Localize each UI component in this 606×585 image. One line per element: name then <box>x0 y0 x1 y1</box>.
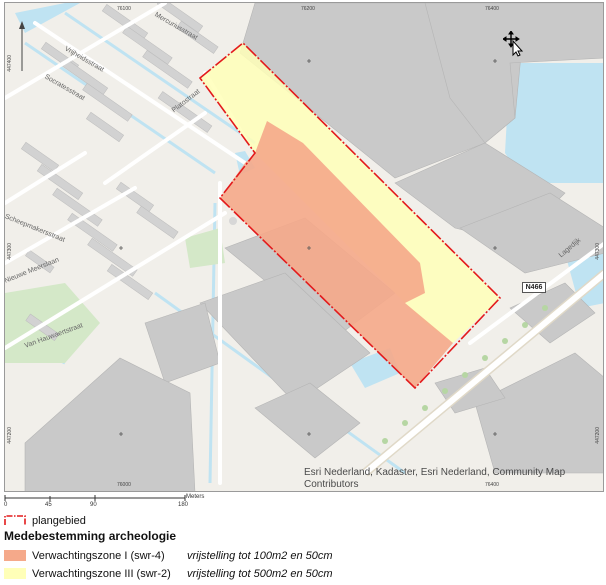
plangebied-swatch <box>4 515 26 525</box>
zone-i-swatch <box>4 550 26 561</box>
coord-left-1: 447400 <box>7 55 13 72</box>
scale-tick-label: 90 <box>90 502 97 508</box>
map-attribution: Esri Nederland, Kadaster, Esri Nederland… <box>304 467 566 490</box>
coord-left-3: 447200 <box>7 427 13 444</box>
scale-tick-label: 0 <box>4 502 8 508</box>
road-shield-n466: N466 <box>522 282 546 293</box>
coord-right-2: 447200 <box>595 427 601 444</box>
pointer-cursor-icon <box>512 39 524 57</box>
legend-heading: Medebestemming archeologie <box>4 529 177 543</box>
scale-tick-label: 45 <box>45 502 52 508</box>
map-panel[interactable]: 76100 76200 76400 76000 76400 447400 447… <box>4 2 604 492</box>
coord-right-1: 447300 <box>595 243 601 260</box>
move-cursor-icon <box>503 31 524 57</box>
coord-left-2: 447300 <box>7 243 13 260</box>
legend-row-zone-i: Verwachtingszone I (swr-4) vrijstelling … <box>4 548 604 563</box>
zone-iii-swatch <box>4 568 26 579</box>
legend: plangebied Medebestemming archeologie Ve… <box>4 513 604 581</box>
legend-row-zone-iii: Verwachtingszone III (swr-2) vrijstellin… <box>4 566 604 581</box>
basemap <box>5 3 603 491</box>
zone-iii-label: Verwachtingszone III (swr-2) <box>32 567 171 580</box>
coord-top-3: 76400 <box>485 6 499 12</box>
plangebied-label: plangebied <box>32 514 86 527</box>
scale-unit-label: Meters <box>186 494 205 500</box>
north-arrow-icon <box>19 21 25 71</box>
scale-tick-label: 180 <box>178 502 189 508</box>
legend-row-plangebied: plangebied <box>4 513 604 528</box>
coord-top-2: 76200 <box>301 6 315 12</box>
zone-i-label: Verwachtingszone I (swr-4) <box>32 549 165 562</box>
zone-iii-note: vrijstelling tot 500m2 en 50cm <box>187 567 333 580</box>
scale-bar-graphic <box>4 495 186 501</box>
zone-i-note: vrijstelling tot 100m2 en 50cm <box>187 549 333 562</box>
coord-top-1: 76100 <box>117 6 131 12</box>
coord-bottom-1: 76000 <box>117 482 131 488</box>
